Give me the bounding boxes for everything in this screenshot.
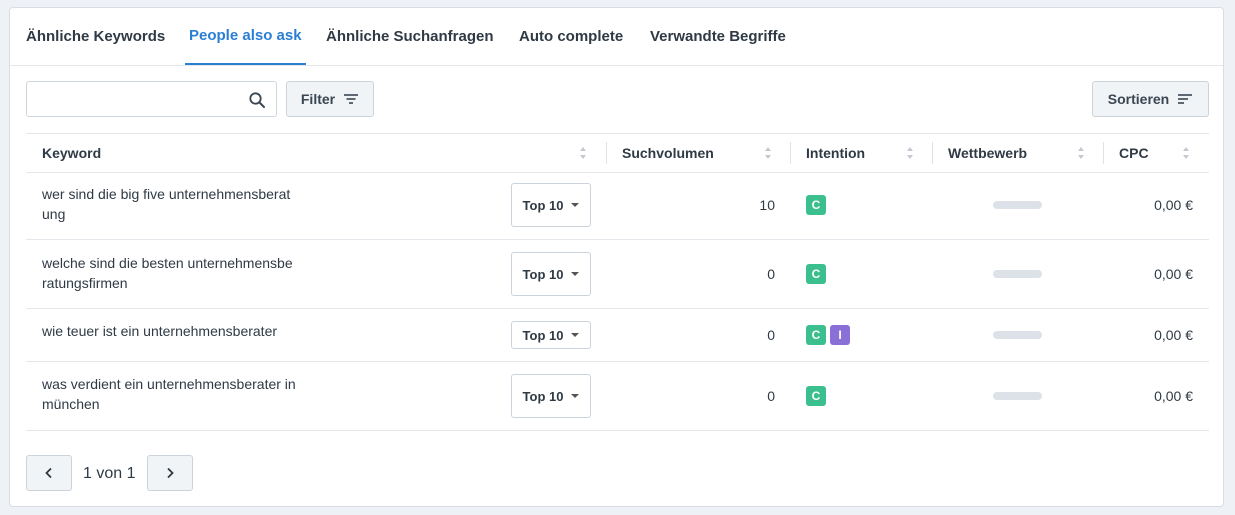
column-competition[interactable]: Wettbewerb — [948, 134, 1027, 172]
column-volume[interactable]: Suchvolumen — [622, 134, 714, 172]
tab-label: Ähnliche Suchanfragen — [326, 28, 494, 45]
cpc-value: 0,00 € — [1154, 388, 1193, 404]
intent-badge-commercial: C — [806, 195, 826, 215]
table-row: welche sind die besten unternehmensbe ra… — [26, 240, 1209, 309]
sort-button[interactable]: Sortieren — [1092, 81, 1209, 117]
table-row: wer sind die big five unternehmensberat … — [26, 171, 1209, 240]
sort-arrows-icon[interactable] — [1182, 146, 1190, 160]
filter-button[interactable]: Filter — [286, 81, 374, 117]
competition-bar — [993, 331, 1042, 339]
prev-page-button[interactable] — [26, 455, 72, 491]
column-label: CPC — [1119, 145, 1149, 161]
column-label: Intention — [806, 145, 866, 161]
tab-auto-complete[interactable]: Auto complete — [515, 8, 627, 65]
column-divider[interactable] — [790, 142, 791, 164]
keyword-cell: was verdient ein unternehmensberater in … — [42, 374, 317, 414]
cpc-value: 0,00 € — [1154, 197, 1193, 213]
intent-badges: C — [806, 195, 826, 215]
rank-dropdown[interactable]: Top 10 — [511, 321, 591, 349]
search-input[interactable] — [35, 90, 239, 110]
keyword-panel: Ähnliche Keywords People also ask Ähnlic… — [9, 7, 1224, 507]
volume-value: 0 — [767, 327, 775, 343]
competition-bar — [993, 392, 1042, 400]
search-box — [26, 81, 277, 117]
volume-value: 0 — [767, 266, 775, 282]
filter-label: Filter — [300, 91, 336, 107]
sort-arrows-icon[interactable] — [1077, 146, 1085, 160]
tab-aehnliche-suchanfragen[interactable]: Ähnliche Suchanfragen — [322, 8, 498, 65]
chevron-left-icon — [45, 467, 52, 479]
keyword-text: wie teuer ist ein unternehmensberater — [42, 323, 278, 339]
column-divider[interactable] — [932, 142, 933, 164]
tab-verwandte-begriffe[interactable]: Verwandte Begriffe — [646, 8, 790, 65]
keyword-text: ratungsfirmen — [42, 275, 128, 291]
tab-label: People also ask — [189, 27, 302, 44]
intent-badge-informational: I — [830, 325, 850, 345]
intent-badge-commercial: C — [806, 386, 826, 406]
keyword-cell: wer sind die big five unternehmensberat … — [42, 184, 317, 224]
page-indicator: 1 von 1 — [83, 465, 136, 482]
table-row: wie teuer ist ein unternehmensberater To… — [26, 309, 1209, 362]
rank-value: Top 10 — [522, 388, 564, 404]
column-keyword[interactable]: Keyword — [42, 134, 101, 172]
keyword-text: wer sind die big five unternehmensberat — [42, 186, 291, 202]
sort-lines-icon — [1178, 94, 1193, 104]
intent-badges: C — [806, 386, 826, 406]
keyword-cell: welche sind die besten unternehmensbe ra… — [42, 253, 317, 293]
keyword-text: welche sind die besten unternehmensbe — [42, 255, 293, 271]
rank-dropdown[interactable]: Top 10 — [511, 252, 591, 296]
tab-people-also-ask[interactable]: People also ask — [185, 8, 306, 65]
caret-down-icon — [571, 203, 580, 207]
chevron-right-icon — [167, 467, 174, 479]
table-header: Keyword Suchvolumen Intention Wettbewerb… — [26, 133, 1209, 173]
sort-arrows-icon[interactable] — [906, 146, 914, 160]
tab-bar: Ähnliche Keywords People also ask Ähnlic… — [10, 8, 1223, 66]
competition-bar — [993, 201, 1042, 209]
volume-value: 0 — [767, 388, 775, 404]
search-icon[interactable] — [248, 91, 266, 109]
volume-value: 10 — [759, 197, 775, 213]
rank-value: Top 10 — [522, 197, 564, 213]
rank-dropdown[interactable]: Top 10 — [511, 183, 591, 227]
intent-badge-commercial: C — [806, 264, 826, 284]
competition-bar — [993, 270, 1042, 278]
column-label: Wettbewerb — [948, 145, 1028, 161]
rank-dropdown[interactable]: Top 10 — [511, 374, 591, 418]
intent-badges: C — [806, 264, 826, 284]
column-label: Keyword — [42, 145, 102, 161]
column-divider[interactable] — [1103, 142, 1104, 164]
next-page-button[interactable] — [147, 455, 193, 491]
column-intent[interactable]: Intention — [806, 134, 865, 172]
tab-label: Ähnliche Keywords — [26, 28, 166, 45]
tab-label: Auto complete — [519, 28, 624, 45]
intent-badge-commercial: C — [806, 325, 826, 345]
intent-badges: C I — [806, 325, 850, 345]
caret-down-icon — [571, 394, 580, 398]
keyword-cell: wie teuer ist ein unternehmensberater — [42, 321, 317, 341]
caret-down-icon — [571, 272, 580, 276]
rank-value: Top 10 — [522, 327, 564, 343]
sort-label: Sortieren — [1107, 91, 1170, 107]
keyword-text: was verdient ein unternehmensberater in — [42, 376, 296, 392]
rank-value: Top 10 — [522, 266, 564, 282]
table-row: was verdient ein unternehmensberater in … — [26, 362, 1209, 431]
cpc-value: 0,00 € — [1154, 327, 1193, 343]
cpc-value: 0,00 € — [1154, 266, 1193, 282]
tab-aehnliche-keywords[interactable]: Ähnliche Keywords — [22, 8, 169, 65]
keyword-text: ung — [42, 206, 66, 222]
tab-label: Verwandte Begriffe — [650, 28, 786, 45]
column-divider[interactable] — [606, 142, 607, 164]
sort-arrows-icon[interactable] — [579, 146, 587, 160]
keyword-text: münchen — [42, 396, 100, 412]
column-label: Suchvolumen — [622, 145, 714, 161]
caret-down-icon — [571, 333, 580, 337]
filter-lines-icon — [344, 94, 359, 104]
column-cpc[interactable]: CPC — [1119, 134, 1149, 172]
sort-arrows-icon[interactable] — [764, 146, 772, 160]
